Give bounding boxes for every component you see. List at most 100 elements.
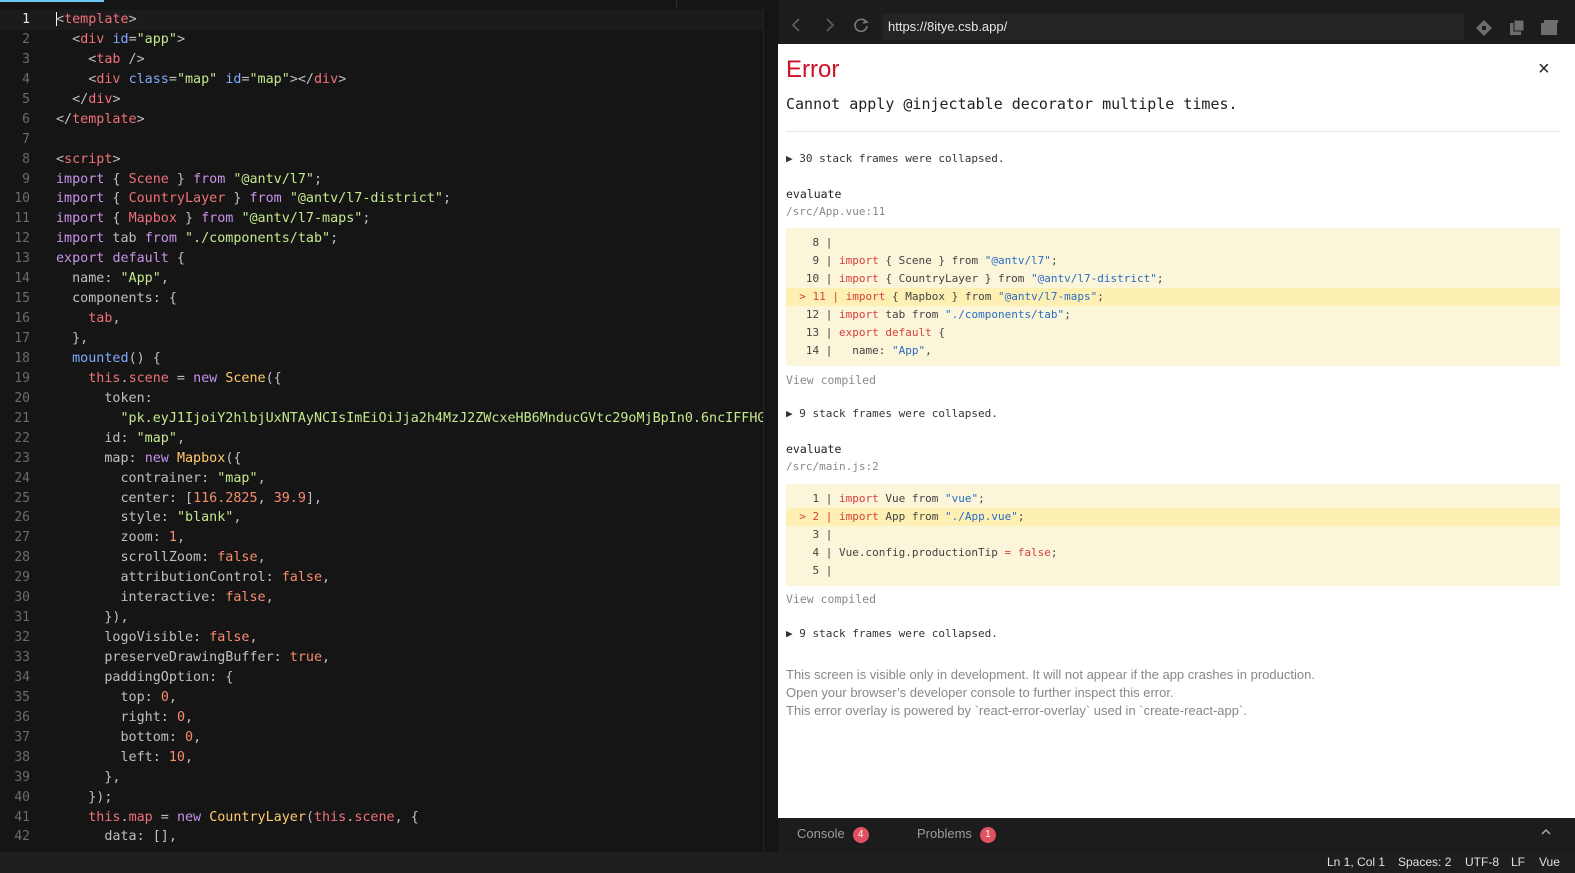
code-line[interactable]: 21 "pk.eyJ1IjoiY2hlbjUxNTAyNCIsImEiOiJja… (0, 409, 778, 429)
tab-problems[interactable]: Problems 1 (917, 826, 996, 843)
eol-setting[interactable]: LF (1511, 855, 1525, 869)
code-line[interactable]: 32 logoVisible: false, (0, 628, 778, 648)
code-line[interactable]: 1 <template> (0, 10, 778, 30)
cursor-position[interactable]: Ln 1, Col 1 (1327, 855, 1385, 869)
code-line[interactable]: 31 }), (0, 608, 778, 628)
code-token: > (338, 71, 347, 87)
code-line[interactable]: 33 preserveDrawingBuffer: true, (0, 648, 778, 668)
code-line[interactable]: 39 }, (0, 768, 778, 788)
code-line[interactable]: 8 <script> (0, 150, 778, 170)
code-line[interactable]: 23 map: new Mapbox({ (0, 449, 778, 469)
code-line[interactable]: 4 <div class="map" id="map"></div> (0, 70, 778, 90)
code-line[interactable]: 5 </div> (0, 90, 778, 110)
snippet-token: ; (978, 492, 985, 505)
close-icon[interactable]: × (1538, 58, 1550, 81)
code-line[interactable]: 14 name: "App", (0, 269, 778, 289)
code-token: }), (56, 610, 129, 626)
code-token: interactive: (56, 590, 226, 606)
code-text: this.scene = new Scene({ (56, 371, 282, 386)
code-text: }, (56, 770, 120, 785)
line-number: 9 (22, 171, 30, 187)
code-line[interactable]: 42 data: [], (0, 827, 778, 847)
snippet-line: 13 | export default { (786, 324, 1560, 342)
code-token: from (249, 191, 282, 207)
code-token: top: (56, 689, 161, 705)
code-token: import (56, 231, 105, 247)
code-line[interactable]: 29 attributionControl: false, (0, 568, 778, 588)
code-line[interactable]: 26 style: "blank", (0, 508, 778, 528)
editor-scrollbar[interactable] (763, 8, 778, 852)
line-number: 42 (14, 829, 30, 845)
code-line[interactable]: 15 components: { (0, 289, 778, 309)
view-compiled-link[interactable]: View compiled (786, 592, 876, 606)
line-number: 14 (14, 271, 30, 287)
code-line[interactable]: 25 center: [116.2825, 39.9], (0, 489, 778, 509)
console-count-badge: 4 (852, 826, 869, 843)
code-line[interactable]: 17 }, (0, 329, 778, 349)
code-line[interactable]: 20 token: (0, 389, 778, 409)
code-token: } (225, 191, 250, 207)
chevron-right-icon[interactable] (818, 14, 840, 36)
code-line[interactable]: 12 import tab from "./components/tab"; (0, 229, 778, 249)
code-line[interactable]: 18 mounted() { (0, 349, 778, 369)
view-compiled-link[interactable]: View compiled (786, 373, 876, 387)
snippet-token: , (925, 344, 932, 357)
snippet-line: 9 | import { Scene } from "@antv/l7"; (786, 252, 1560, 270)
code-token: from (201, 211, 234, 227)
code-line[interactable]: 19 this.scene = new Scene({ (0, 369, 778, 389)
code-text: components: { (56, 291, 177, 306)
url-bar[interactable]: https://8itye.csb.app/ (882, 14, 1464, 40)
code-line[interactable]: 11 import { Mapbox } from "@antv/l7-maps"… (0, 209, 778, 229)
code-line[interactable]: 24 contrainer: "map", (0, 469, 778, 489)
indentation-setting[interactable]: Spaces: 2 (1398, 855, 1451, 869)
code-token: true (289, 650, 323, 665)
encoding-setting[interactable]: UTF-8 (1465, 855, 1499, 869)
chevron-up-icon[interactable] (1540, 826, 1552, 841)
editor-divider (676, 0, 677, 8)
code-line[interactable]: 27 zoom: 1, (0, 528, 778, 548)
code-token: "@antv/l7-maps" (241, 211, 363, 227)
code-token: CountryLayer (209, 809, 306, 825)
snippet-line: 8 | (786, 234, 1560, 252)
code-line[interactable]: 28 scrollZoom: false, (0, 548, 778, 568)
code-lines[interactable]: 1 <template> 2 <div id="app"> 3 <tab /> 4 <d… (0, 10, 778, 847)
code-line[interactable]: 22 id: "map", (0, 429, 778, 449)
line-number: 27 (14, 530, 30, 546)
devtools-icon[interactable] (1473, 17, 1495, 39)
code-line[interactable]: 38 left: 10, (0, 748, 778, 768)
code-line[interactable]: 36 right: 0, (0, 708, 778, 728)
collapsed-frames-toggle[interactable]: ▶ 30 stack frames were collapsed. (786, 152, 1005, 165)
code-line[interactable]: 37 bottom: 0, (0, 728, 778, 748)
code-token: < (56, 71, 97, 87)
chevron-left-icon[interactable] (786, 14, 808, 36)
stack-frame-file[interactable]: /src/main.js:2 (786, 460, 879, 473)
code-line[interactable]: 6 </template> (0, 110, 778, 130)
code-text: "pk.eyJ1IjoiY2hlbjUxNTAyNCIsImEiOiJja2h4… (56, 411, 765, 426)
code-line[interactable]: 16 tab, (0, 309, 778, 329)
code-token: = (241, 71, 250, 87)
code-token: mounted (56, 350, 129, 366)
code-line[interactable]: 13 export default { (0, 249, 778, 269)
code-line[interactable]: 30 interactive: false, (0, 588, 778, 608)
collapsed-frames-toggle[interactable]: ▶ 9 stack frames were collapsed. (786, 627, 998, 640)
line-number: 1 (22, 12, 30, 27)
tab-console[interactable]: Console 4 (797, 826, 869, 843)
code-line[interactable]: 34 paddingOption: { (0, 668, 778, 688)
code-line[interactable]: 3 <tab /> (0, 50, 778, 70)
code-token: Scene (128, 171, 169, 187)
reload-icon[interactable] (850, 14, 872, 36)
code-line[interactable]: 9 import { Scene } from "@antv/l7"; (0, 170, 778, 190)
code-line[interactable]: 7 (0, 130, 778, 150)
code-line[interactable]: 2 <div id="app"> (0, 30, 778, 50)
snippet-line: 4 | Vue.config.productionTip = false; (786, 544, 1560, 562)
code-line[interactable]: 35 top: 0, (0, 688, 778, 708)
collapsed-frames-toggle[interactable]: ▶ 9 stack frames were collapsed. (786, 407, 998, 420)
language-mode[interactable]: Vue (1539, 855, 1560, 869)
code-editor[interactable]: 1 <template> 2 <div id="app"> 3 <tab /> 4 <d… (0, 0, 778, 852)
code-line[interactable]: 10 import { CountryLayer } from "@antv/l7… (0, 189, 778, 209)
layout-toggle-icon[interactable] (1538, 17, 1560, 39)
code-line[interactable]: 40 }); (0, 788, 778, 808)
open-new-window-icon[interactable] (1506, 17, 1528, 39)
stack-frame-file[interactable]: /src/App.vue:11 (786, 205, 885, 218)
code-line[interactable]: 41 this.map = new CountryLayer(this.scen… (0, 808, 778, 828)
